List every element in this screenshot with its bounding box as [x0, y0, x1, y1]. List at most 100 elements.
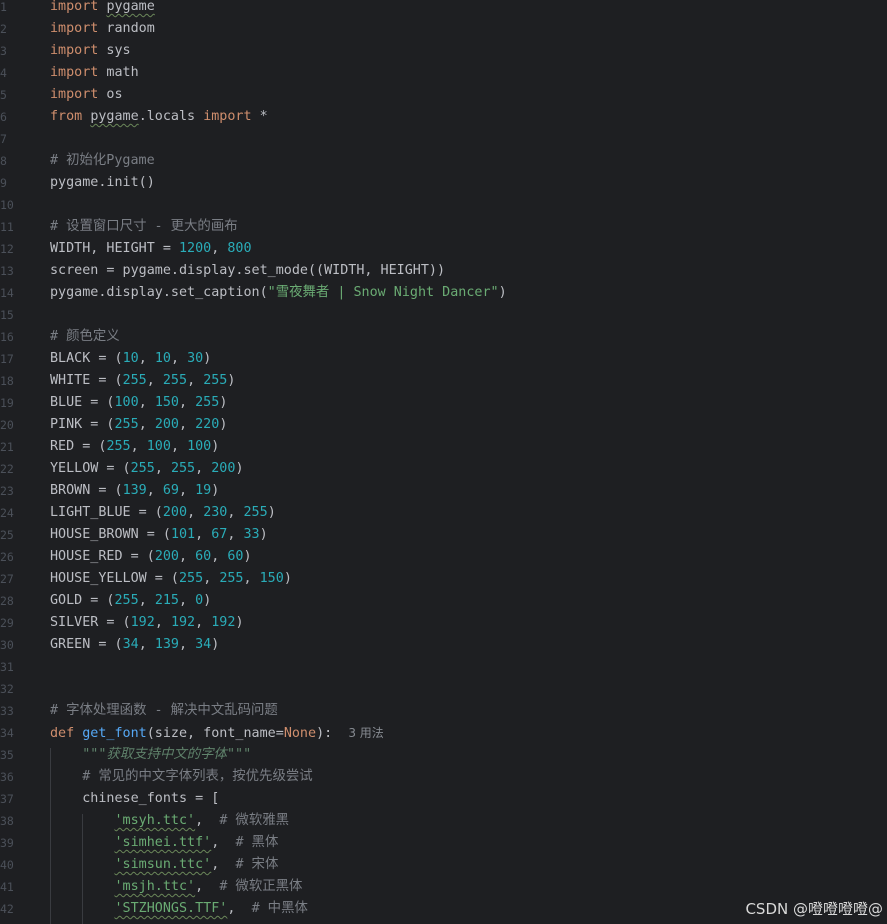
code-line[interactable]: 23 BROWN = (139, 69, 19) — [0, 480, 887, 502]
code-token: 255 — [114, 593, 139, 608]
code-text: import random — [50, 18, 155, 40]
code-line[interactable]: 20 PINK = (255, 200, 220) — [0, 414, 887, 436]
code-line[interactable]: 18 WHITE = (255, 255, 255) — [0, 370, 887, 392]
line-number: 5 — [0, 88, 7, 102]
code-text: 'msyh.ttc', # 微软雅黑 — [50, 810, 290, 832]
code-line[interactable]: 33 # 字体处理函数 - 解决中文乱码问题 — [0, 700, 887, 722]
code-line[interactable]: 14 pygame.display.set_caption("雪夜舞者 | Sno… — [0, 282, 887, 304]
code-text: screen = pygame.display.set_mode((WIDTH,… — [50, 260, 445, 282]
code-token: , — [138, 637, 155, 652]
code-token: , — [227, 527, 244, 542]
code-line[interactable]: 29 SILVER = (192, 192, 192) — [0, 612, 887, 634]
code-token: 100 — [146, 439, 171, 454]
code-token: 192 — [211, 615, 236, 630]
code-line[interactable]: 15 — [0, 304, 887, 326]
line-number: 33 — [0, 704, 14, 718]
code-token: ) — [211, 637, 220, 652]
code-token: 1200 — [179, 241, 212, 256]
code-token: , — [154, 615, 171, 630]
code-line[interactable]: 4 import math — [0, 62, 887, 84]
code-token: , — [170, 439, 188, 454]
code-token: import — [50, 21, 99, 36]
code-line[interactable]: 2 import random — [0, 18, 887, 40]
code-text: def get_font(size, font_name=None): 3 用法 — [50, 722, 384, 745]
code-token: , — [179, 637, 196, 652]
code-line[interactable]: 10 — [0, 194, 887, 216]
code-text: PINK = (255, 200, 220) — [50, 414, 227, 436]
code-token: SILVER = ( — [50, 615, 131, 630]
code-line[interactable]: 25 HOUSE_BROWN = (101, 67, 33) — [0, 524, 887, 546]
code-line[interactable]: 19 BLUE = (100, 150, 255) — [0, 392, 887, 414]
code-line[interactable]: 28 GOLD = (255, 215, 0) — [0, 590, 887, 612]
code-line[interactable]: 7 — [0, 128, 887, 150]
code-token: BLACK = ( — [50, 351, 123, 366]
line-number: 7 — [0, 132, 7, 146]
code-line[interactable]: 22 YELLOW = (255, 255, 200) — [0, 458, 887, 480]
code-token: , — [146, 373, 163, 388]
code-token: , — [138, 417, 155, 432]
code-line[interactable]: 8 # 初始化Pygame — [0, 150, 887, 172]
line-number: 4 — [0, 66, 7, 80]
code-line[interactable]: 40 'simsun.ttc', # 宋体 — [0, 854, 887, 876]
code-token: 69 — [162, 483, 179, 498]
code-line[interactable]: 27 HOUSE_YELLOW = (255, 255, 150) — [0, 568, 887, 590]
line-number: 27 — [0, 572, 14, 586]
code-token: # 宋体 — [235, 857, 279, 872]
code-token: # 黑体 — [235, 835, 279, 850]
code-line[interactable]: 32 — [0, 678, 887, 700]
code-text: BLUE = (100, 150, 255) — [50, 392, 227, 414]
code-line[interactable]: 41 'msjh.ttc', # 微软正黑体 — [0, 876, 887, 898]
line-number: 28 — [0, 594, 14, 608]
code-token: , — [243, 571, 260, 586]
code-line[interactable]: 6 from pygame.locals import * — [0, 106, 887, 128]
code-token: "雪夜舞者 | Snow Night Dancer" — [267, 285, 499, 300]
code-token: None — [283, 726, 317, 741]
code-line[interactable]: 31 — [0, 656, 887, 678]
code-line[interactable]: 1 import pygame — [0, 0, 887, 18]
code-line[interactable]: 17 BLACK = (10, 10, 30) — [0, 348, 887, 370]
code-token: 'msjh.ttc' — [114, 879, 196, 894]
code-text: WIDTH, HEIGHT = 1200, 800 — [50, 238, 252, 260]
line-number: 15 — [0, 308, 14, 322]
code-token: ) — [498, 285, 507, 300]
code-line[interactable]: 11 # 设置窗口尺寸 - 更大的画布 — [0, 216, 887, 238]
code-line[interactable]: 37 chinese_fonts = [ — [0, 788, 887, 810]
code-token: 255 — [170, 461, 196, 476]
code-line[interactable]: 26 HOUSE_RED = (200, 60, 60) — [0, 546, 887, 568]
code-line[interactable]: 9 pygame.init() — [0, 172, 887, 194]
code-line[interactable]: 5 import os — [0, 84, 887, 106]
code-line[interactable]: 38 'msyh.ttc', # 微软雅黑 — [0, 810, 887, 832]
code-line[interactable]: 34 def get_font(size, font_name=None): 3 … — [0, 722, 887, 744]
code-line[interactable]: 21 RED = (255, 100, 100) — [0, 436, 887, 458]
code-token: PINK = ( — [50, 417, 115, 432]
code-token: # 设置窗口尺寸 - 更大的画布 — [50, 219, 238, 234]
code-token: # 常见的中文字体列表，按优先级尝试 — [82, 769, 313, 784]
line-number: 30 — [0, 638, 14, 652]
code-token: 'STZHONGS.TTF' — [114, 901, 228, 916]
code-token: from — [50, 109, 83, 124]
code-line[interactable]: 12 WIDTH, HEIGHT = 1200, 800 — [0, 238, 887, 260]
code-editor[interactable]: 1 import pygame 2 import random 3 import sys 4… — [0, 0, 887, 924]
code-token: , — [227, 505, 244, 520]
code-token: # 颜色定义 — [50, 329, 120, 344]
code-text: pygame.display.set_caption("雪夜舞者 | Snow … — [50, 282, 507, 304]
code-line[interactable]: 3 import sys — [0, 40, 887, 62]
code-line[interactable]: 39 'simhei.ttf', # 黑体 — [0, 832, 887, 854]
code-line[interactable]: 30 GREEN = (34, 139, 34) — [0, 634, 887, 656]
code-line[interactable]: 13 screen = pygame.display.set_mode((WIDT… — [0, 260, 887, 282]
code-token: 255 — [219, 571, 244, 586]
code-token: , — [211, 549, 228, 564]
code-line[interactable]: 16 # 颜色定义 — [0, 326, 887, 348]
line-number: 19 — [0, 396, 14, 410]
code-token: , — [154, 461, 171, 476]
code-token: 255 — [114, 417, 139, 432]
code-text: BROWN = (139, 69, 19) — [50, 480, 219, 502]
code-token: , — [179, 549, 196, 564]
code-line[interactable]: 24 LIGHT_BLUE = (200, 230, 255) — [0, 502, 887, 524]
code-line[interactable]: 35 """获取支持中文的字体""" — [0, 744, 887, 766]
code-line[interactable]: 36 # 常见的中文字体列表，按优先级尝试 — [0, 766, 887, 788]
code-token: , — [187, 373, 204, 388]
code-token: 33 — [243, 527, 260, 542]
